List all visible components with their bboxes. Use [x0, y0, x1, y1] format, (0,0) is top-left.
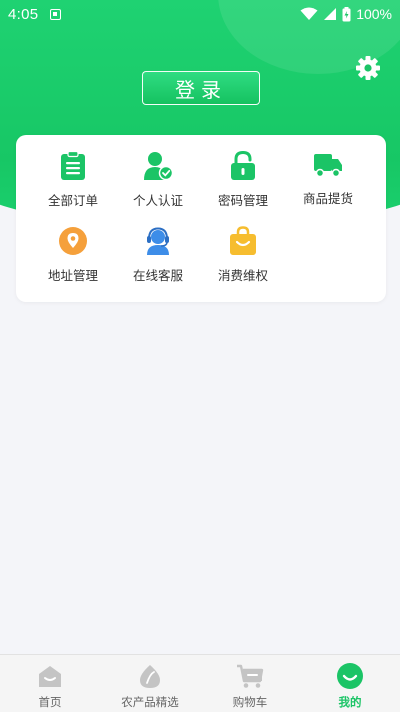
lock-icon — [231, 151, 255, 180]
menu-item-consumer-rights[interactable]: 消费维权 — [201, 210, 285, 283]
battery-percent: 100% — [356, 6, 392, 22]
profile-page: 4:05 100% 登录 全部订单 个人认证 密码管理 商品提货 地址管理 在线… — [0, 0, 400, 712]
menu-item-password[interactable]: 密码管理 — [201, 135, 285, 208]
status-bar: 4:05 100% — [0, 0, 400, 28]
menu-card: 全部订单 个人认证 密码管理 商品提货 地址管理 在线客服 消费维权 — [16, 135, 386, 302]
gear-icon[interactable] — [354, 54, 382, 82]
notification-icon — [50, 8, 62, 20]
menu-item-verification[interactable]: 个人认证 — [116, 135, 200, 208]
cart-icon — [237, 664, 264, 688]
menu-item-address[interactable]: 地址管理 — [31, 210, 115, 283]
tab-label: 购物车 — [232, 695, 268, 709]
menu-item-label: 全部订单 — [47, 193, 98, 208]
status-indicators: 100% — [300, 6, 392, 22]
tab-produce[interactable]: 农产品精选 — [100, 655, 200, 712]
menu-item-label: 密码管理 — [217, 193, 268, 208]
menu-item-pickup[interactable]: 商品提货 — [286, 135, 370, 206]
tab-home[interactable]: 首页 — [0, 655, 100, 712]
menu-item-label: 在线客服 — [132, 268, 183, 283]
tab-label: 首页 — [38, 695, 62, 709]
wifi-icon — [300, 7, 318, 20]
headset-icon — [147, 227, 169, 255]
menu-item-label: 消费维权 — [217, 268, 268, 283]
truck-icon — [314, 154, 342, 178]
order-list-icon — [61, 151, 85, 180]
home-icon — [39, 666, 61, 687]
menu-item-customer-service[interactable]: 在线客服 — [116, 210, 200, 283]
battery-icon — [342, 6, 351, 21]
tab-cart[interactable]: 购物车 — [200, 655, 300, 712]
menu-item-label: 个人认证 — [132, 193, 183, 208]
menu-item-label: 商品提货 — [302, 191, 353, 206]
tab-label: 农产品精选 — [121, 695, 179, 709]
status-time: 4:05 — [8, 5, 39, 23]
menu-item-label: 地址管理 — [47, 268, 98, 283]
tab-label: 我的 — [338, 695, 362, 709]
menu-item-all-orders[interactable]: 全部订单 — [31, 135, 115, 208]
signal-icon — [324, 8, 337, 20]
shopping-bag-icon — [230, 226, 256, 255]
user-verified-icon — [144, 152, 173, 181]
produce-icon — [140, 665, 160, 688]
profile-smile-icon — [337, 663, 363, 689]
login-button[interactable]: 登录 — [142, 71, 260, 105]
location-pin-icon — [59, 227, 87, 255]
tab-profile[interactable]: 我的 — [300, 655, 400, 712]
bottom-tab-bar: 首页 农产品精选 购物车 我的 — [0, 654, 400, 712]
